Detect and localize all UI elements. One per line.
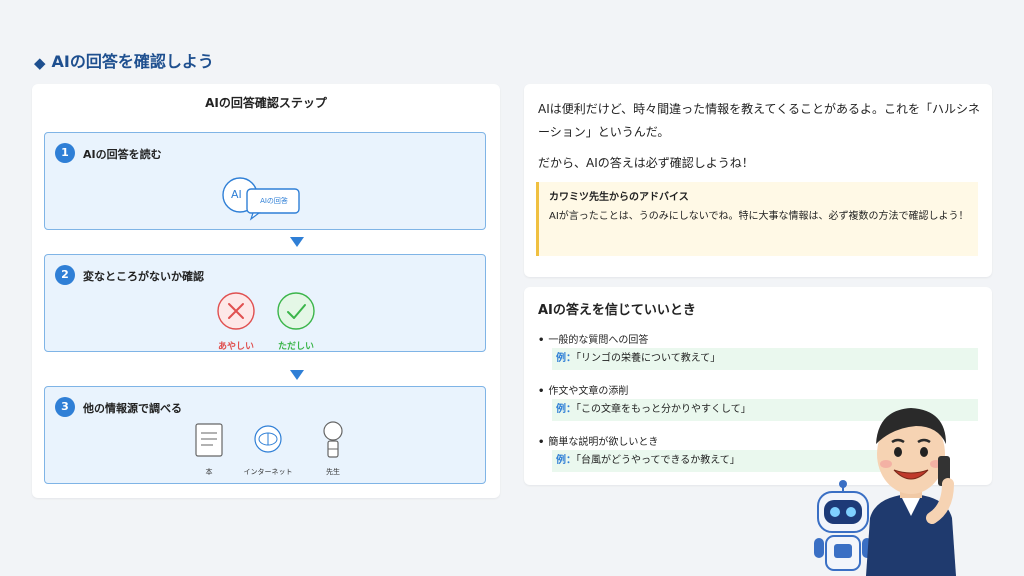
- trust-item-3-label: 簡単な説明が欲しいとき: [548, 437, 659, 448]
- page-title-text: AIの回答を確認しよう: [51, 52, 214, 71]
- ai-bubble-label: AI: [231, 188, 242, 201]
- example-prefix: 例：: [556, 353, 576, 364]
- trust-title: AIの答えを信じていいとき: [538, 303, 696, 318]
- trust-item-2-label: 作文や文章の添削: [548, 386, 629, 397]
- steps-title: AIの回答確認ステップ: [205, 96, 327, 110]
- example-prefix: 例：: [556, 455, 576, 466]
- teacher-icon: [323, 421, 343, 458]
- suspicious-label: あやしい: [217, 342, 254, 352]
- page-title: ◆ AIの回答を確認しよう: [34, 48, 214, 72]
- trust-example-3-text: 「台風がどうやってできるか教えて」: [576, 455, 740, 466]
- correct-label: ただしい: [277, 342, 314, 352]
- down-arrow-icon: [290, 370, 304, 380]
- diamond-icon: ◆: [34, 54, 46, 72]
- trust-example-3: 例：「台風がどうやってできるか教えて」: [552, 450, 882, 472]
- trust-item-3: • 簡単な説明が欲しいとき: [538, 433, 658, 448]
- trust-item-2: • 作文や文章の添削: [538, 382, 628, 397]
- source-book-label: 本: [205, 468, 213, 476]
- advice-text: AIが言ったことは、うのみにしないでね。特に大事な情報は、必ず複数の方法で確認し…: [549, 211, 969, 222]
- step-2-label: 変なところがないか確認: [83, 270, 204, 283]
- trust-example-2-text: 「この文章をもっと分かりやすくして」: [576, 404, 751, 415]
- x-mark-icon: [217, 292, 255, 330]
- steps-card: AIの回答確認ステップ 1 AIの回答を読む AI AIの回答 2 変なところが…: [32, 84, 500, 498]
- step-3: 3 他の情報源で調べる 本 インターネット 先生: [44, 386, 486, 484]
- advice-title: カワミツ先生からのアドバイス: [549, 192, 689, 203]
- trust-item-1-label: 一般的な質問への回答: [548, 335, 649, 346]
- step-2-number: 2: [55, 265, 75, 285]
- trust-example-1-text: 「リンゴの栄養について教えて」: [576, 353, 721, 364]
- step-2: 2 変なところがないか確認 あやしい ただしい: [44, 254, 486, 352]
- internet-icon: [254, 425, 282, 453]
- source-internet-label: インターネット: [243, 468, 293, 476]
- intro-paragraph-2: だから、AIの答えは必ず確認しようね！: [538, 156, 754, 170]
- ai-answer-bubble-label: AIの回答: [260, 197, 288, 205]
- bullet-icon: •: [538, 335, 545, 346]
- book-icon: [195, 423, 223, 457]
- example-prefix: 例：: [556, 404, 576, 415]
- trust-item-1: • 一般的な質問への回答: [538, 331, 648, 346]
- step-1-label: AIの回答を読む: [83, 148, 162, 161]
- down-arrow-icon: [290, 237, 304, 247]
- step-1: 1 AIの回答を読む AI AIの回答: [44, 132, 486, 230]
- check-mark-icon: [277, 292, 315, 330]
- advice-box: カワミツ先生からのアドバイス AIが言ったことは、うのみにしないでね。特に大事な…: [536, 182, 978, 256]
- source-teacher-label: 先生: [326, 468, 340, 476]
- bullet-icon: •: [538, 386, 545, 397]
- bullet-icon: •: [538, 437, 545, 448]
- trust-example-1: 例：「リンゴの栄養について教えて」: [552, 348, 978, 370]
- step-1-number: 1: [55, 143, 75, 163]
- step-3-label: 他の情報源で調べる: [83, 402, 182, 415]
- intro-card: AIは便利だけど、時々間違った情報を教えてくることがあるよ。これを「ハルシネーシ…: [524, 84, 992, 277]
- step-3-number: 3: [55, 397, 75, 417]
- intro-paragraph-1: AIは便利だけど、時々間違った情報を教えてくることがあるよ。これを「ハルシネーシ…: [538, 102, 980, 139]
- teacher-illustration: [866, 408, 956, 576]
